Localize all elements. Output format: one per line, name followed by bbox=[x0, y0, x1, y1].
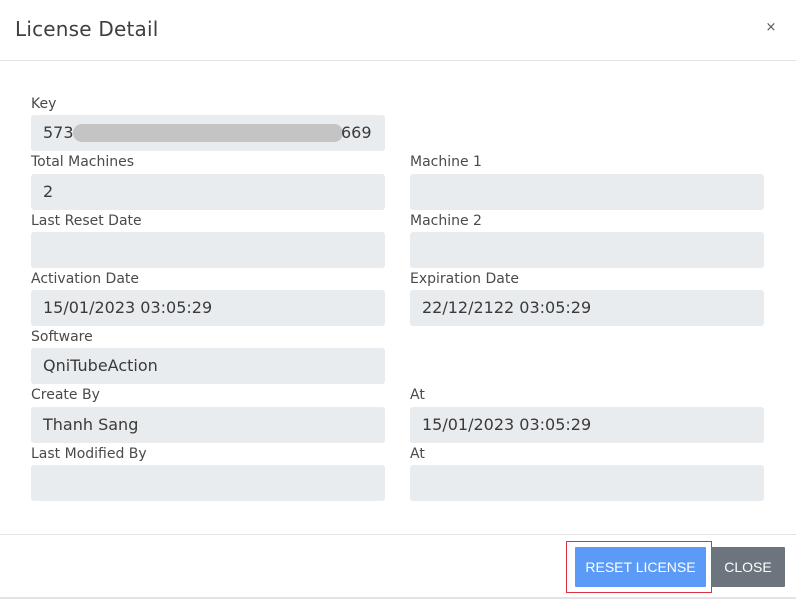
last-reset-date-field[interactable] bbox=[31, 232, 385, 268]
key-field[interactable]: 573 669 bbox=[31, 115, 385, 151]
expiration-date-label: Expiration Date bbox=[410, 271, 519, 287]
last-modified-by-field[interactable] bbox=[31, 465, 385, 501]
dialog-title: License Detail bbox=[15, 17, 159, 41]
key-redaction-mask bbox=[73, 124, 343, 142]
machine2-field[interactable] bbox=[410, 232, 764, 268]
total-machines-label: Total Machines bbox=[31, 154, 135, 170]
last-reset-date-label: Last Reset Date bbox=[31, 213, 142, 229]
dialog-header: License Detail × bbox=[0, 0, 796, 61]
software-field[interactable]: QniTubeAction bbox=[31, 348, 385, 384]
machine1-label: Machine 1 bbox=[410, 154, 482, 170]
create-by-field[interactable]: Thanh Sang bbox=[31, 407, 385, 443]
close-icon[interactable]: × bbox=[764, 18, 778, 38]
reset-license-button[interactable]: RESET LICENSE bbox=[575, 547, 706, 587]
create-at-field[interactable]: 15/01/2023 03:05:29 bbox=[410, 407, 764, 443]
modified-at-label: At bbox=[410, 446, 425, 462]
key-label: Key bbox=[31, 96, 57, 112]
license-detail-dialog: License Detail × Key 573 669 Total Machi… bbox=[0, 0, 796, 599]
key-value-suffix: 669 bbox=[341, 123, 372, 142]
expiration-date-field[interactable]: 22/12/2122 03:05:29 bbox=[410, 290, 764, 326]
create-at-label: At bbox=[410, 387, 425, 403]
modified-at-field[interactable] bbox=[410, 465, 764, 501]
key-value-prefix: 573 bbox=[43, 123, 74, 142]
machine2-label: Machine 2 bbox=[410, 213, 482, 229]
activation-date-label: Activation Date bbox=[31, 271, 140, 287]
last-modified-by-label: Last Modified By bbox=[31, 446, 147, 462]
software-label: Software bbox=[31, 329, 93, 345]
total-machines-field[interactable]: 2 bbox=[31, 174, 385, 210]
activation-date-field[interactable]: 15/01/2023 03:05:29 bbox=[31, 290, 385, 326]
machine1-field[interactable] bbox=[410, 174, 764, 210]
close-button[interactable]: CLOSE bbox=[711, 547, 785, 587]
create-by-label: Create By bbox=[31, 387, 100, 403]
